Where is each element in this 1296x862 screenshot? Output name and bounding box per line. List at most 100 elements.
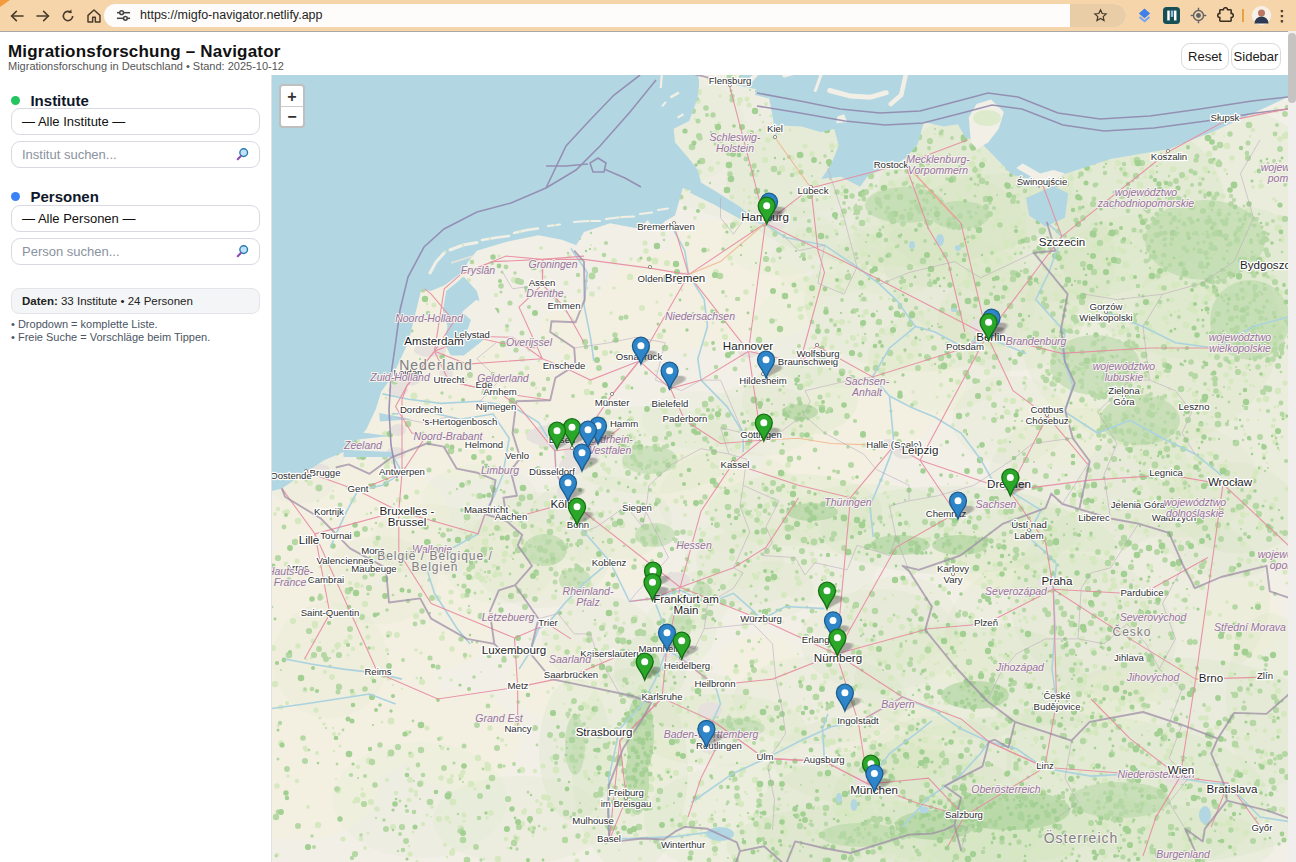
- svg-text:Holstein: Holstein: [716, 142, 754, 154]
- svg-text:Limburg: Limburg: [481, 464, 519, 476]
- svg-text:Karlovy: Karlovy: [937, 563, 969, 574]
- svg-text:Fryslân: Fryslân: [461, 264, 496, 276]
- svg-text:Würzburg: Würzburg: [740, 613, 782, 624]
- svg-text:Wrocław: Wrocław: [1208, 475, 1253, 488]
- svg-text:Plzeň: Plzeň: [974, 617, 998, 628]
- svg-text:Thüringen: Thüringen: [824, 496, 871, 508]
- svg-text:Aachen: Aachen: [495, 511, 528, 522]
- svg-text:Střední Morava: Střední Morava: [1214, 621, 1286, 633]
- svg-text:Nancy: Nancy: [504, 723, 531, 734]
- svg-text:Lille: Lille: [299, 533, 320, 546]
- svg-text:Lübeck: Lübeck: [798, 185, 829, 196]
- svg-text:Bayern: Bayern: [881, 698, 914, 710]
- svg-text:Brandenburg: Brandenburg: [1006, 335, 1067, 347]
- svg-text:Jelenia Góra: Jelenia Góra: [1111, 499, 1166, 510]
- svg-text:opolskie: opolskie: [1270, 559, 1288, 571]
- svg-text:Hessen: Hessen: [676, 539, 712, 551]
- svg-text:Ingolstadt: Ingolstadt: [837, 715, 879, 726]
- svg-text:Labem: Labem: [1014, 530, 1043, 541]
- svg-text:Groningen: Groningen: [528, 258, 577, 270]
- svg-text:Vorpommern: Vorpommern: [908, 164, 968, 176]
- svg-text:Strasbourg: Strasbourg: [576, 725, 633, 738]
- svg-text:Maubeuge: Maubeuge: [351, 563, 396, 574]
- svg-text:Wielkopolski: Wielkopolski: [1079, 312, 1132, 323]
- svg-text:Lëtzebuerg: Lëtzebuerg: [482, 611, 535, 623]
- svg-text:Drenthe: Drenthe: [526, 287, 564, 299]
- svg-text:Praha: Praha: [1042, 574, 1073, 587]
- svg-text:Oberösterreich: Oberösterreich: [971, 783, 1041, 795]
- svg-text:Góra: Góra: [1113, 396, 1135, 407]
- svg-text:Bielefeld: Bielefeld: [652, 398, 689, 409]
- svg-text:Cottbus: Cottbus: [1030, 404, 1063, 415]
- svg-text:zachodniopomorskie: zachodniopomorskie: [1097, 197, 1194, 209]
- svg-text:Ústí nad: Ústí nad: [1011, 519, 1047, 530]
- svg-text:Pfalz: Pfalz: [576, 596, 600, 608]
- svg-text:Nederland: Nederland: [399, 357, 473, 373]
- svg-text:'s-Hertogenbosch: 's-Hertogenbosch: [423, 416, 498, 427]
- svg-text:im Breisgau: im Breisgau: [601, 798, 652, 809]
- svg-text:pomorskie: pomorskie: [1267, 172, 1288, 184]
- svg-text:Kiel: Kiel: [767, 123, 783, 134]
- svg-text:Gorzów: Gorzów: [1089, 301, 1122, 312]
- svg-text:Pardubice: Pardubice: [1120, 587, 1163, 598]
- svg-text:Bratislava: Bratislava: [1207, 782, 1258, 795]
- svg-text:Saarbrücken: Saarbrücken: [544, 669, 598, 680]
- svg-text:Severovýchod: Severovýchod: [1120, 611, 1188, 623]
- svg-text:Brugge: Brugge: [310, 467, 341, 478]
- svg-text:Rostock: Rostock: [874, 159, 909, 170]
- svg-text:Bydgoszcz: Bydgoszcz: [1240, 258, 1288, 271]
- svg-text:Wolfsburg: Wolfsburg: [796, 348, 839, 359]
- svg-text:Flensburg: Flensburg: [709, 75, 752, 86]
- svg-text:Overijssel: Overijssel: [506, 336, 553, 348]
- svg-text:Metz: Metz: [508, 680, 529, 691]
- svg-text:Augsburg: Augsburg: [803, 754, 844, 765]
- svg-text:Reutlingen: Reutlingen: [696, 740, 742, 751]
- svg-text:Chósebuz: Chósebuz: [1025, 415, 1068, 426]
- svg-text:Siegen: Siegen: [622, 502, 652, 513]
- svg-text:Legnica: Legnica: [1149, 467, 1183, 478]
- svg-text:Gelderland: Gelderland: [477, 372, 530, 384]
- svg-text:Zlín: Zlín: [1257, 670, 1273, 681]
- svg-text:Wien: Wien: [1168, 763, 1194, 776]
- svg-text:Enschede: Enschede: [543, 360, 586, 371]
- svg-text:Nijmegen: Nijmegen: [476, 401, 517, 412]
- svg-text:Main: Main: [673, 603, 698, 616]
- svg-text:Zielona: Zielona: [1108, 385, 1140, 396]
- svg-text:Gent: Gent: [348, 483, 369, 494]
- svg-text:wielkopolskie: wielkopolskie: [1209, 342, 1271, 354]
- svg-text:Leszno: Leszno: [1179, 401, 1210, 412]
- svg-text:France: France: [274, 576, 307, 588]
- svg-text:Jihovýchod: Jihovýchod: [1126, 671, 1181, 683]
- svg-text:Utrecht: Utrecht: [434, 374, 465, 385]
- svg-text:Kassel: Kassel: [721, 459, 750, 470]
- svg-text:Österreich: Österreich: [1044, 829, 1119, 846]
- svg-text:Dordrecht: Dordrecht: [400, 404, 442, 415]
- svg-text:Noord-Brabant: Noord-Brabant: [414, 430, 484, 442]
- svg-text:Vary: Vary: [943, 574, 962, 585]
- svg-text:Niedersachsen: Niedersachsen: [665, 310, 735, 322]
- svg-text:Leipzig: Leipzig: [902, 443, 939, 456]
- svg-text:Brno: Brno: [1199, 671, 1224, 684]
- svg-text:Koblenz: Koblenz: [592, 557, 627, 568]
- svg-text:Heilbronn: Heilbronn: [694, 678, 735, 689]
- svg-text:Severozápad: Severozápad: [985, 585, 1048, 597]
- svg-text:Liberec: Liberec: [1078, 512, 1110, 523]
- svg-text:Freiburg: Freiburg: [608, 787, 644, 798]
- svg-text:dolnośląskie: dolnośląskie: [1166, 507, 1224, 519]
- svg-text:Cambrai: Cambrai: [308, 574, 344, 585]
- svg-text:Saarland: Saarland: [549, 653, 592, 665]
- svg-text:Luxembourg: Luxembourg: [482, 643, 546, 656]
- svg-text:Heidelberg: Heidelberg: [664, 660, 710, 671]
- svg-text:Burgenland: Burgenland: [1156, 848, 1211, 860]
- svg-text:Tournai: Tournai: [320, 530, 351, 541]
- svg-text:Grand Est: Grand Est: [475, 712, 523, 724]
- svg-text:Hamm: Hamm: [610, 418, 638, 429]
- svg-text:Jihozápad: Jihozápad: [995, 661, 1045, 673]
- svg-text:Hildesheim: Hildesheim: [739, 375, 786, 386]
- svg-text:lubuskie: lubuskie: [1105, 371, 1144, 383]
- svg-text:Winterthur: Winterthur: [661, 839, 706, 850]
- svg-text:Basel: Basel: [597, 833, 621, 844]
- svg-text:Szczecin: Szczecin: [1039, 235, 1085, 248]
- svg-text:Kortrijk: Kortrijk: [314, 506, 344, 517]
- svg-text:Koszalin: Koszalin: [1151, 151, 1187, 162]
